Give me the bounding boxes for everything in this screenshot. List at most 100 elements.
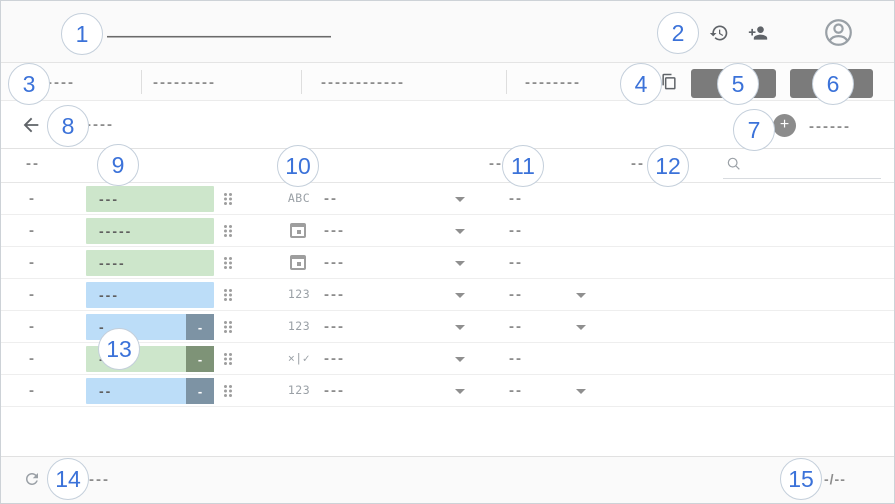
number-type-icon[interactable]: 123 (284, 287, 314, 301)
callout-number: 3 (23, 71, 36, 98)
callout-number: 2 (672, 20, 685, 47)
aggregation-label[interactable]: -- (509, 318, 523, 335)
type-label[interactable]: --- (324, 286, 345, 303)
drag-handle-dots-icon[interactable] (224, 289, 227, 292)
field-chip-badge: - (186, 314, 214, 340)
aggregation-label[interactable]: -- (509, 382, 523, 399)
field-chip-badge-label: - (198, 320, 202, 335)
date-type-icon[interactable] (290, 255, 306, 270)
drag-handle-dots-icon[interactable] (224, 321, 227, 324)
type-dropdown-arrow-icon[interactable] (455, 325, 465, 330)
field-chip-badge-label: - (198, 384, 202, 399)
account-avatar-icon[interactable] (823, 17, 854, 48)
field-count: -/-- (824, 471, 846, 487)
field-chip-label: --- (86, 191, 214, 207)
back-arrow-icon[interactable] (20, 114, 42, 136)
annotation-callout: 14 (47, 458, 89, 500)
field-row: - -- - 123 --- -- (1, 375, 894, 407)
drag-handle-dots-icon[interactable] (224, 257, 227, 260)
annotation-callout: 13 (98, 328, 140, 370)
annotation-callout: 9 (97, 144, 139, 186)
toolbar-item-1[interactable]: ---- (47, 74, 75, 91)
type-label[interactable]: --- (324, 254, 345, 271)
row-index: - (29, 350, 36, 367)
annotation-callout: 6 (812, 63, 854, 105)
field-chip-label: ---- (86, 255, 214, 271)
type-dropdown-arrow-icon[interactable] (455, 293, 465, 298)
add-field-label[interactable]: ------ (809, 118, 851, 135)
type-label[interactable]: -- (324, 190, 338, 207)
toolbar-item-2[interactable]: --------- (153, 74, 216, 91)
aggregation-label[interactable]: -- (509, 254, 523, 271)
aggregation-label[interactable]: -- (509, 190, 523, 207)
drag-handle-dots-icon[interactable] (224, 225, 227, 228)
type-dropdown-arrow-icon[interactable] (455, 229, 465, 234)
annotation-callout: 4 (620, 63, 662, 105)
annotation-callout: 15 (780, 458, 822, 500)
field-chip-badge: - (186, 346, 214, 372)
field-chip-label: -- (86, 383, 186, 399)
annotation-callout: 3 (8, 63, 50, 105)
boolean-type-icon[interactable]: ×|✓ (284, 351, 314, 365)
aggregation-label[interactable]: -- (509, 286, 523, 303)
type-dropdown-arrow-icon[interactable] (455, 197, 465, 202)
field-chip[interactable]: -- - (86, 378, 214, 404)
document-title[interactable]: —————————————— (107, 28, 331, 46)
field-chip[interactable]: --- (86, 282, 214, 308)
callout-number: 15 (788, 466, 814, 493)
refresh-icon[interactable] (23, 470, 41, 488)
callout-number: 7 (748, 117, 761, 144)
field-search-box[interactable] (723, 151, 881, 179)
search-input[interactable] (747, 153, 877, 168)
aggregation-dropdown-arrow[interactable] (576, 293, 586, 298)
aggregation-dropdown-arrow[interactable] (576, 389, 586, 394)
annotation-callout: 11 (502, 145, 544, 187)
type-dropdown-arrow-icon[interactable] (455, 357, 465, 362)
type-dropdown-arrow-icon[interactable] (455, 389, 465, 394)
drag-handle-dots-icon[interactable] (224, 385, 227, 388)
annotation-callout: 10 (277, 145, 319, 187)
annotation-callout: 7 (733, 109, 775, 151)
toolbar-item-3[interactable]: ------------ (321, 74, 405, 91)
number-type-icon[interactable]: 123 (284, 383, 314, 397)
field-chip[interactable]: --- (86, 186, 214, 212)
row-index: - (29, 254, 36, 271)
column-header-index: -- (26, 155, 40, 172)
field-chip[interactable]: ---- (86, 250, 214, 276)
add-field-plus-button[interactable]: + (773, 114, 796, 137)
annotation-callout: 8 (47, 105, 89, 147)
field-chip-badge: - (186, 378, 214, 404)
text-type-icon[interactable]: ABC (284, 191, 314, 205)
type-label[interactable]: --- (324, 222, 345, 239)
type-label[interactable]: --- (324, 318, 345, 335)
field-row: - ----- --- -- (1, 215, 894, 247)
field-chip-label: --- (86, 287, 214, 303)
field-row: - --- ABC -- -- (1, 183, 894, 215)
type-label[interactable]: --- (324, 350, 345, 367)
column-header-aggregation: -- (631, 155, 645, 172)
column-header-type: -- (489, 155, 503, 172)
data-source-editor-window: —————————————— ---- --------- ----------… (0, 0, 895, 504)
drag-handle-dots-icon[interactable] (224, 353, 227, 356)
version-history-icon[interactable] (709, 23, 729, 43)
refresh-label: --- (89, 471, 110, 488)
type-label[interactable]: --- (324, 382, 345, 399)
panel-title: ---- (86, 116, 114, 133)
duplicate-copy-icon[interactable] (659, 72, 679, 92)
callout-number: 1 (76, 21, 89, 48)
aggregation-dropdown-arrow[interactable] (576, 325, 586, 330)
field-chip[interactable]: ----- (86, 218, 214, 244)
type-dropdown-arrow-icon[interactable] (455, 261, 465, 266)
drag-handle-dots-icon[interactable] (224, 193, 227, 196)
annotation-callout: 1 (61, 13, 103, 55)
top-app-bar: —————————————— (1, 1, 894, 63)
share-add-person-icon[interactable] (748, 23, 768, 43)
aggregation-label[interactable]: -- (509, 350, 523, 367)
annotation-callout: 5 (717, 63, 759, 105)
field-row: - --- 123 --- -- (1, 279, 894, 311)
date-type-icon[interactable] (290, 223, 306, 238)
aggregation-label[interactable]: -- (509, 222, 523, 239)
callout-number: 14 (55, 466, 81, 493)
toolbar-item-4[interactable]: -------- (525, 74, 581, 91)
number-type-icon[interactable]: 123 (284, 319, 314, 333)
